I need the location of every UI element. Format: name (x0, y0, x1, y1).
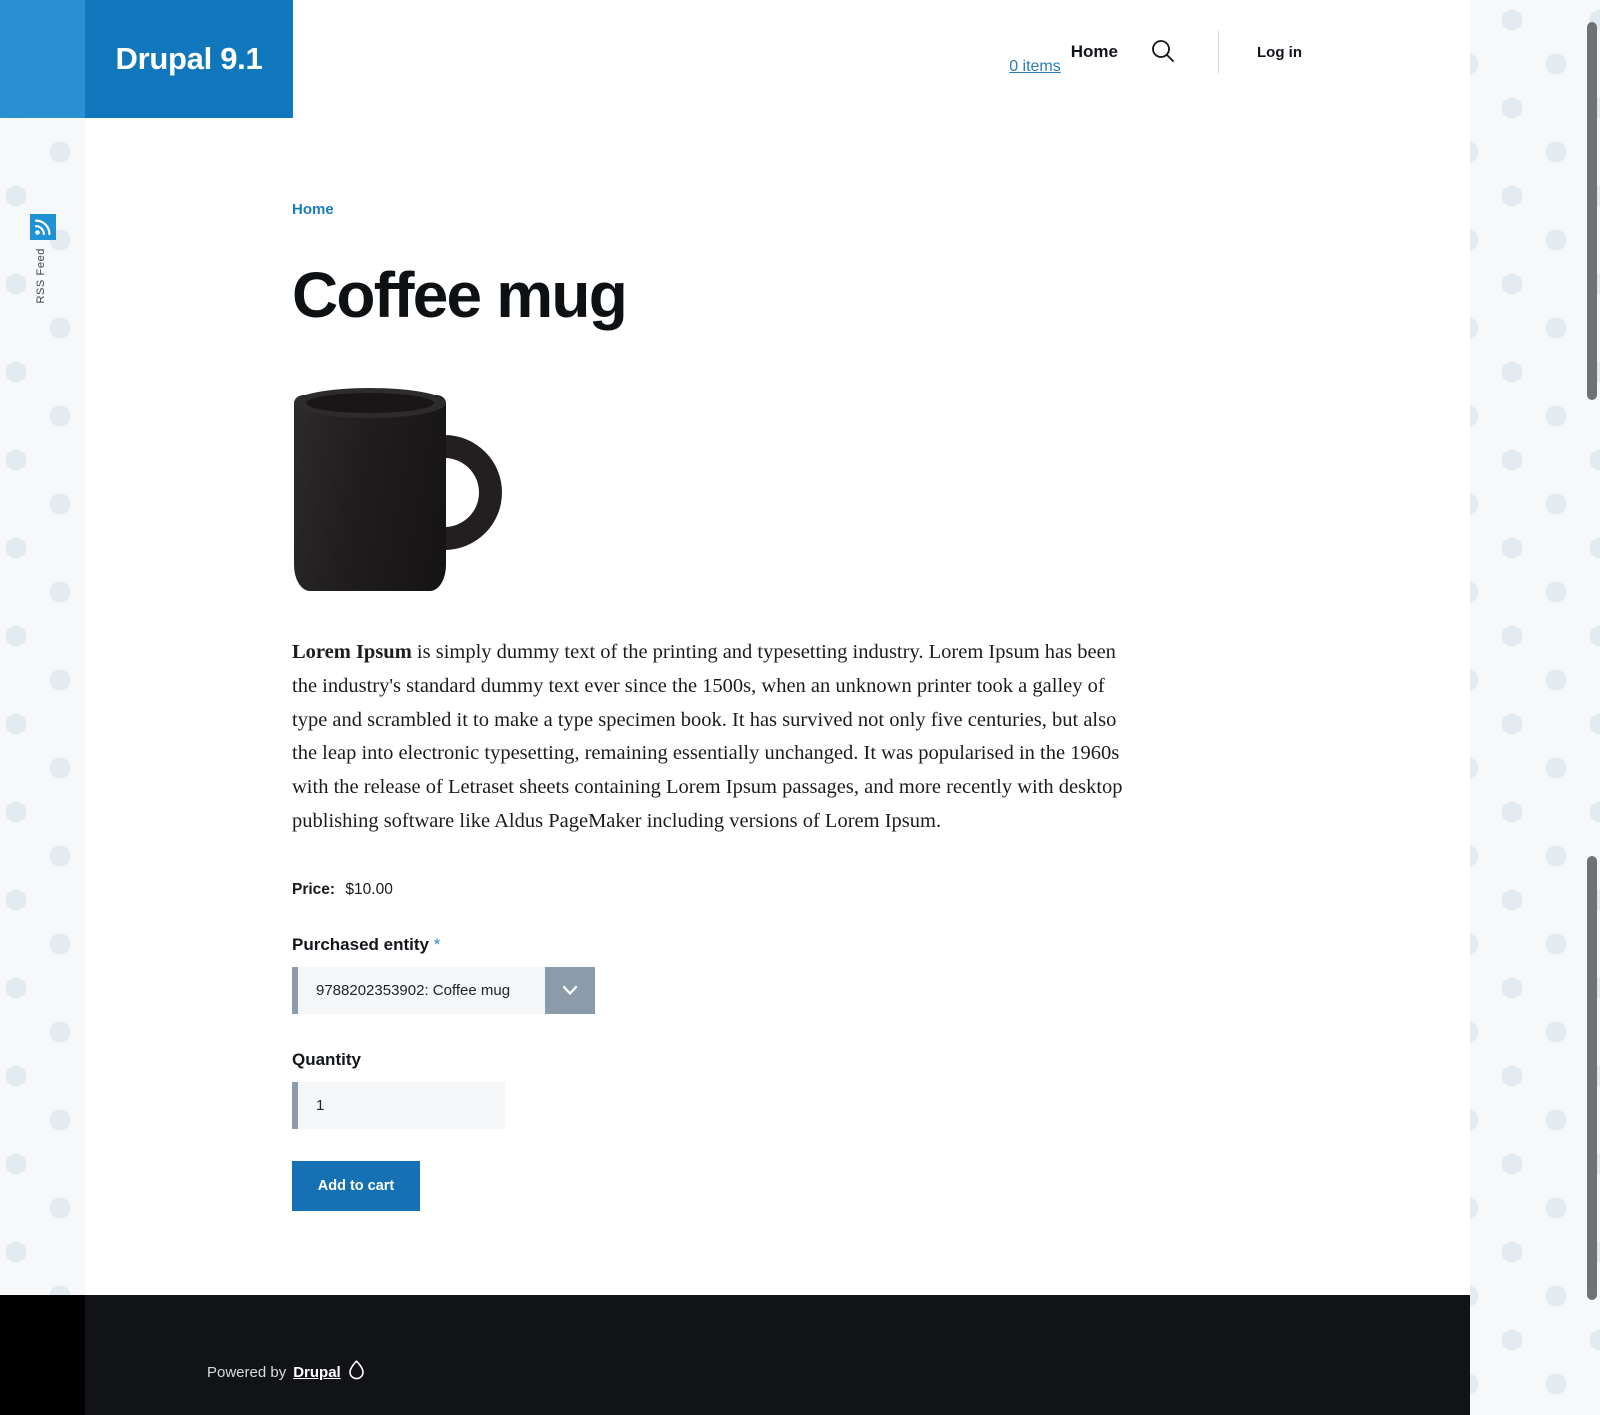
mug-interior-shape (306, 393, 434, 413)
powered-by-text: Powered by (207, 1363, 287, 1381)
chevron-down-icon[interactable] (545, 966, 595, 1014)
required-asterisk: * (433, 934, 441, 954)
scrollbar-thumb-upper[interactable] (1587, 22, 1597, 400)
quantity-input[interactable] (298, 1081, 515, 1129)
content-container: Home Coffee mug Lorem Ipsum is simply du… (292, 201, 1192, 1211)
product-description: Lorem Ipsum is simply dummy text of the … (292, 636, 1137, 839)
mug-body-shape (294, 395, 446, 591)
login-link[interactable]: Log in (1257, 44, 1302, 61)
quantity-label: Quantity (292, 1049, 361, 1069)
purchased-entity-label-text: Purchased entity (292, 934, 429, 954)
breadcrumb-home[interactable]: Home (292, 201, 334, 218)
price-label: Price: (292, 880, 336, 898)
powered-by-block: Powered by Drupal (207, 1360, 365, 1384)
rss-feed-label: RSS Feed (35, 248, 47, 304)
cart-block: 0 items (1009, 58, 1061, 76)
search-icon (1150, 38, 1176, 67)
site-logo-text: Drupal 9.1 (115, 41, 263, 76)
page-title: Coffee mug (292, 259, 628, 331)
add-to-cart-button[interactable]: Add to cart (292, 1160, 420, 1211)
quantity-input-wrapper[interactable] (292, 1081, 515, 1129)
site-header: Drupal 9.1 0 items Home Log in (0, 0, 1470, 118)
quantity-field: Quantity (292, 1050, 1192, 1129)
purchased-entity-select[interactable]: 9788202353902: Coffee mug (292, 966, 595, 1014)
site-logo[interactable]: Drupal 9.1 (85, 0, 293, 118)
footer-inner (85, 1295, 1470, 1415)
description-lead: Lorem Ipsum (292, 641, 412, 663)
drupal-drop-icon (348, 1360, 365, 1384)
drupal-link[interactable]: Drupal (293, 1364, 341, 1381)
vertical-scrollbar[interactable] (1583, 0, 1600, 1415)
nav-divider (1218, 31, 1219, 73)
rss-feed-icon (30, 214, 56, 240)
search-button[interactable] (1146, 35, 1180, 69)
site-footer: Powered by Drupal (0, 1295, 1470, 1415)
product-image (292, 383, 522, 598)
nav-item-home[interactable]: Home (1071, 42, 1118, 62)
rss-feed-widget[interactable]: RSS Feed (30, 214, 60, 309)
price-value: $10.00 (345, 880, 393, 898)
header-navigation: 0 items Home Log in (1009, 0, 1470, 118)
main-content-panel: Home Coffee mug Lorem Ipsum is simply du… (85, 118, 1470, 1295)
cart-items-link[interactable]: 0 items (1009, 58, 1061, 75)
header-accent-strip (0, 0, 85, 118)
purchased-entity-field: Purchased entity * 9788202353902: Coffee… (292, 935, 1192, 1014)
price-row: Price: $10.00 (292, 881, 1192, 899)
scrollbar-thumb-lower[interactable] (1587, 856, 1597, 1300)
purchased-entity-selected-value[interactable]: 9788202353902: Coffee mug (298, 967, 545, 1014)
description-rest: is simply dummy text of the printing and… (292, 641, 1123, 832)
purchased-entity-label: Purchased entity * (292, 935, 1192, 955)
